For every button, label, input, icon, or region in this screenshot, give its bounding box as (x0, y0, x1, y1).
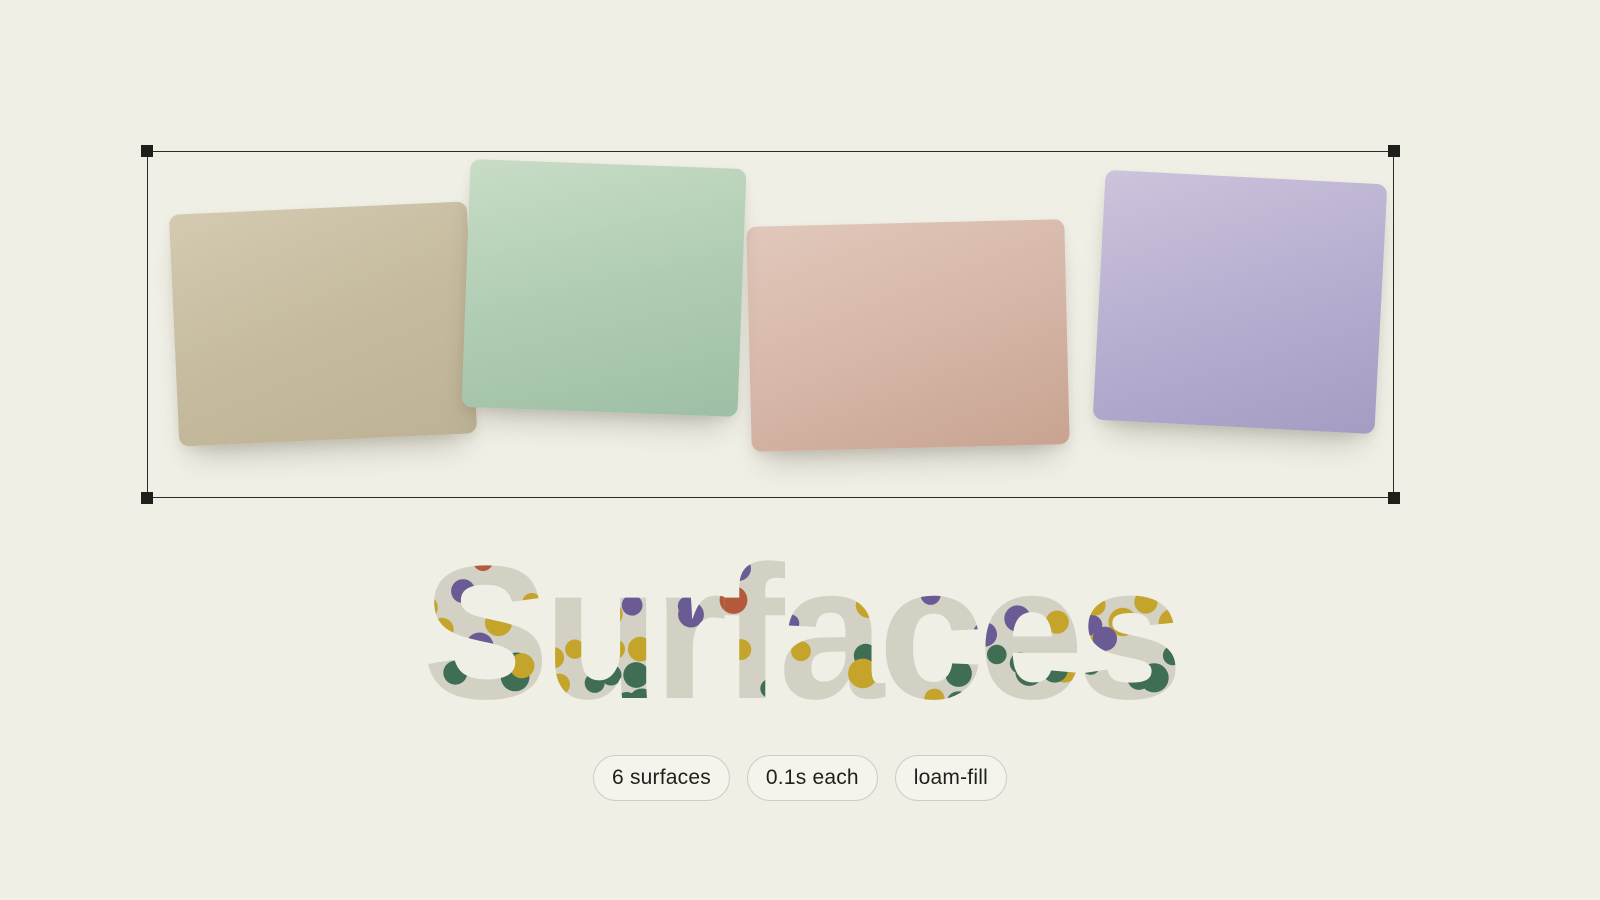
title-dot (987, 644, 1007, 665)
title-dot (818, 546, 843, 571)
title-dot (633, 560, 653, 580)
title-dot (443, 660, 468, 685)
title-dot (1092, 626, 1117, 651)
title-dot (598, 602, 623, 627)
chip-row: 6 surfaces 0.1s each loam-fill (0, 755, 1600, 801)
title-dot (642, 576, 667, 601)
title-dot (1004, 605, 1031, 632)
title-dot (945, 660, 972, 687)
title-dot (1162, 645, 1178, 666)
title-dot (548, 673, 570, 696)
title-dot (623, 662, 650, 688)
title-dot (719, 586, 748, 614)
title-dot (760, 678, 780, 699)
title-dot (542, 647, 565, 669)
title-dot (485, 609, 512, 637)
resize-handle-bottom-right[interactable] (1388, 492, 1400, 504)
title-dot (700, 681, 727, 709)
title-dot (465, 632, 494, 661)
title-dot (1041, 656, 1068, 683)
title-dot (451, 579, 476, 604)
title-dot (947, 541, 968, 563)
title-dot (1045, 610, 1069, 634)
title-dot (565, 639, 585, 659)
title-dot (924, 688, 945, 709)
title-dot (1134, 590, 1158, 614)
title-dot (784, 547, 807, 569)
title-dot (696, 562, 719, 585)
title-dot (908, 542, 927, 561)
title-dot (665, 553, 692, 580)
title-dot (678, 601, 704, 628)
title-dot (1109, 566, 1130, 587)
title-dot (522, 593, 542, 613)
title-dot (873, 558, 895, 580)
chip-fill-style[interactable]: loam-fill (894, 755, 1007, 801)
title-graphic: Surfaces Surfaces (422, 540, 1183, 710)
selection-frame[interactable] (141, 145, 1400, 504)
title-dot (527, 557, 556, 586)
title-dot (1158, 608, 1178, 638)
title-dot (923, 626, 945, 648)
title-dot (848, 658, 878, 689)
surface-card-sage[interactable] (461, 159, 747, 417)
title-dot (627, 636, 653, 662)
title-dot (791, 641, 811, 662)
title-dot (1084, 594, 1106, 616)
title-dot (972, 622, 997, 647)
title-dot (726, 555, 751, 581)
title-dot (605, 639, 625, 659)
chip-duration[interactable]: 0.1s each (746, 755, 878, 801)
title-dot (1114, 541, 1143, 570)
title-dot (430, 617, 454, 642)
title-block: Surfaces Surfaces (0, 540, 1600, 710)
title-dot (621, 594, 643, 616)
title-dot (1015, 658, 1043, 686)
title-dot (600, 664, 622, 686)
title-dot (730, 639, 752, 661)
resize-handle-top-left[interactable] (141, 145, 153, 157)
resize-handle-top-right[interactable] (1388, 145, 1400, 157)
resize-handle-bottom-left[interactable] (141, 492, 153, 504)
title-dot (422, 595, 438, 621)
chip-surface-count[interactable]: 6 surfaces (593, 755, 730, 801)
title-dot (920, 584, 941, 605)
title-dot (1158, 583, 1177, 602)
canvas-stage: Surfaces Surfaces 6 surfaces 0.1s each l… (0, 0, 1600, 900)
title-dot (472, 550, 494, 571)
title-dot (509, 653, 535, 679)
title-dot (855, 592, 882, 618)
title-dot (781, 614, 800, 633)
title-dot (580, 636, 609, 665)
title-dot (1139, 663, 1169, 693)
